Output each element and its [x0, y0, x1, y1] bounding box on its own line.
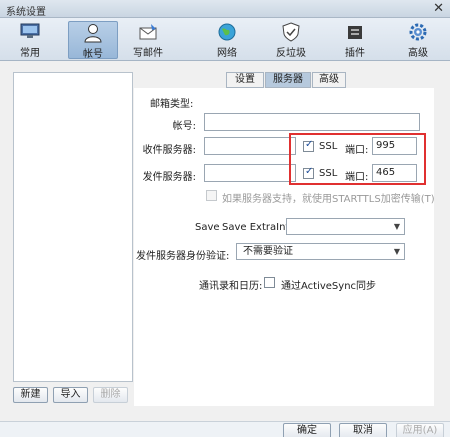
shield-icon	[266, 22, 316, 44]
auth-label: 发件服务器身份验证:	[136, 251, 230, 262]
person-icon	[69, 23, 117, 45]
toolbar-item-label: 网络	[217, 48, 237, 59]
import-button[interactable]: 导入	[53, 387, 88, 403]
starttls-checkbox[interactable]	[206, 190, 217, 201]
incoming-server-label: 收件服务器:	[142, 145, 196, 156]
toolbar-item-compose[interactable]: 写邮件	[123, 21, 173, 59]
compose-icon	[123, 22, 173, 44]
toolbar-item-common[interactable]: 常用	[5, 21, 55, 59]
toolbar-item-advanced[interactable]: 高级	[393, 21, 443, 59]
outgoing-server-input[interactable]	[204, 164, 296, 182]
gear-icon	[393, 22, 443, 44]
activesync-label: 通过ActiveSync同步	[281, 281, 377, 292]
toolbar-item-label: 常用	[20, 48, 40, 59]
toolbar: 常用 帐号 写邮件 网络 反垃圾 插件 高级	[0, 18, 450, 61]
toolbar-item-plugins[interactable]: 插件	[330, 21, 380, 59]
account-list[interactable]	[13, 72, 133, 382]
toolbar-item-label: 写邮件	[133, 48, 163, 59]
account-input[interactable]	[204, 113, 420, 131]
outgoing-server-label: 发件服务器:	[142, 172, 196, 183]
plugin-icon	[330, 22, 380, 44]
incoming-server-input[interactable]	[204, 137, 296, 155]
activesync-checkbox[interactable]	[264, 277, 275, 288]
cancel-button[interactable]: 取消	[339, 423, 387, 437]
title-bar: 系统设置 ✕	[0, 0, 450, 18]
tab-advanced[interactable]: 高级	[312, 72, 346, 88]
new-account-button[interactable]: 新建	[13, 387, 48, 403]
auth-select[interactable]: 不需要验证 ▼	[236, 243, 405, 260]
toolbar-item-label: 插件	[345, 48, 365, 59]
delete-button[interactable]: 删除	[93, 387, 128, 403]
monitor-icon	[5, 22, 55, 44]
save-extrainfo-label: Save ExtraInfo	[222, 222, 296, 233]
save-extrainfo-select[interactable]: ▼	[286, 218, 405, 235]
toolbar-item-label: 反垃圾	[276, 48, 306, 59]
mailbox-type-label: 邮箱类型:	[150, 99, 194, 110]
tab-server[interactable]: 服务器	[265, 72, 311, 88]
toolbar-item-label: 帐号	[83, 49, 103, 60]
close-icon[interactable]: ✕	[433, 1, 444, 17]
toolbar-item-account[interactable]: 帐号	[68, 21, 118, 60]
sync-label: 通讯录和日历:	[199, 281, 263, 292]
auth-value: 不需要验证	[243, 246, 293, 257]
toolbar-item-antispam[interactable]: 反垃圾	[266, 21, 316, 59]
account-label: 帐号:	[172, 121, 196, 132]
chevron-down-icon: ▼	[393, 247, 400, 256]
ssl-port-highlight	[289, 133, 426, 185]
starttls-label: 如果服务器支持，就使用STARTTLS加密传输(T)	[222, 194, 435, 205]
save-label: Save	[195, 222, 220, 233]
chevron-down-icon: ▼	[393, 222, 400, 231]
toolbar-item-label: 高级	[408, 48, 428, 59]
ok-button[interactable]: 确定	[283, 423, 331, 437]
window-title: 系统设置	[6, 7, 46, 18]
tab-settings[interactable]: 设置	[226, 72, 264, 88]
toolbar-item-network[interactable]: 网络	[202, 21, 252, 59]
globe-icon	[202, 22, 252, 44]
apply-button[interactable]: 应用(A)	[396, 423, 444, 437]
